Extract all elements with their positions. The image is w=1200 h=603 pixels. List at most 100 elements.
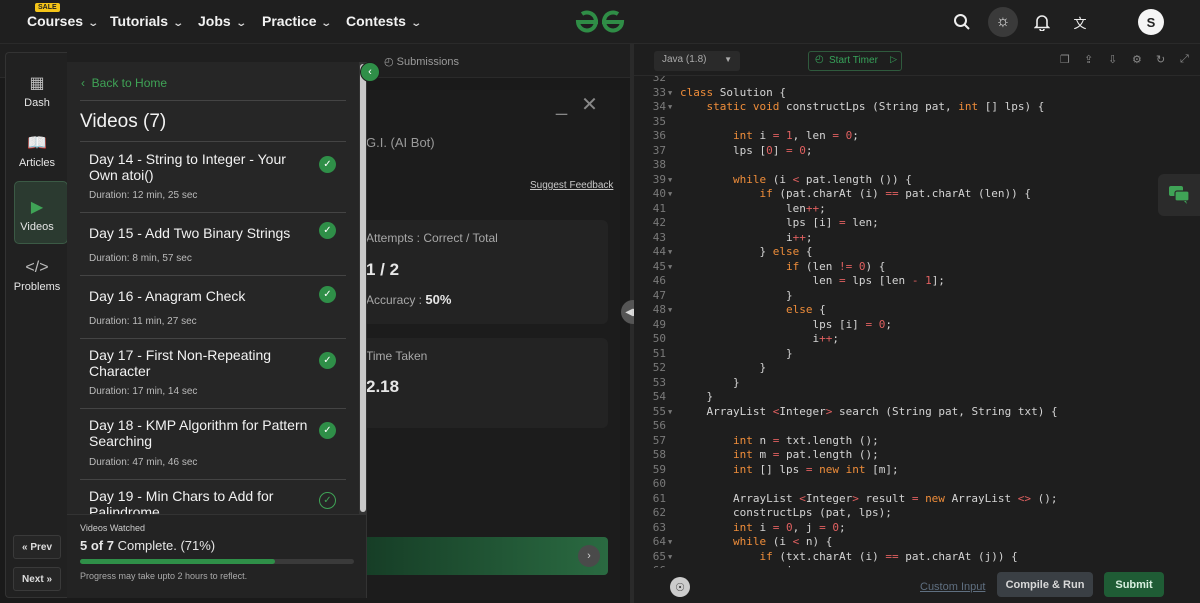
code-line[interactable]: 52 } (634, 361, 1200, 376)
avatar[interactable]: S (1138, 9, 1164, 35)
code-line[interactable]: 40 ▼ if (pat.charAt (i) == pat.charAt (le… (634, 187, 1200, 202)
time-card: Time Taken 2.18 (362, 338, 608, 428)
nav-courses[interactable]: Courses ⌄ (27, 13, 99, 29)
nav-tutorials[interactable]: Tutorials ⌄ (110, 13, 184, 29)
code-line[interactable]: 47 } (634, 289, 1200, 304)
bell-icon[interactable] (1029, 9, 1055, 35)
code-line[interactable]: 57 int n = txt.length (); (634, 434, 1200, 449)
code-line[interactable]: 38 (634, 158, 1200, 173)
custom-input-link[interactable]: Custom Input (920, 581, 985, 593)
code-line[interactable]: 42 lps [i] = len; (634, 216, 1200, 231)
reset-icon[interactable]: ↻ (1156, 53, 1165, 66)
list-item[interactable]: Day 14 - String to Integer - Your Own at… (80, 142, 346, 213)
search-icon[interactable] (949, 9, 975, 35)
fold-icon[interactable]: ▼ (668, 187, 672, 202)
progress-fill (80, 559, 275, 564)
code-line[interactable]: 37 lps [0] = 0; (634, 144, 1200, 159)
code-line[interactable]: 45 ▼ if (len != 0) { (634, 260, 1200, 275)
back-to-home-link[interactable]: ‹ Back to Home (81, 76, 167, 90)
prev-button[interactable]: « Prev (13, 535, 61, 559)
language-select[interactable]: Java (1.8) ▼ (654, 51, 740, 71)
code-line[interactable]: 39 ▼ while (i < pat.length ()) { (634, 173, 1200, 188)
code-line[interactable]: 54 } (634, 390, 1200, 405)
code-line[interactable]: 43 i++; (634, 231, 1200, 246)
fold-icon[interactable]: ▼ (668, 245, 672, 260)
translate-icon[interactable]: 文 (1067, 9, 1093, 35)
nav-practice[interactable]: Practice ⌄ (262, 13, 333, 29)
code-text: while (i < pat.length ()) { (732, 172, 912, 186)
fold-icon[interactable]: ▼ (668, 405, 672, 420)
divider (80, 100, 346, 101)
code-line[interactable]: 56 (634, 419, 1200, 434)
code-line[interactable]: 33 ▼ class Solution { (634, 86, 1200, 101)
rail-item-videos[interactable]: ▶ Videos (6, 197, 68, 233)
rail-item-articles[interactable]: 📖 Articles (6, 133, 68, 169)
code-line[interactable]: 36 int i = 1, len = 0; (634, 129, 1200, 144)
theme-toggle-icon[interactable]: ☼ (988, 7, 1018, 37)
code-line[interactable]: 60 (634, 477, 1200, 492)
line-number: 34 (652, 100, 666, 113)
code-line[interactable]: 64 ▼ while (i < n) { (634, 535, 1200, 550)
code-line[interactable]: 49 lps [i] = 0; (634, 318, 1200, 333)
code-line[interactable]: 53 } (634, 376, 1200, 391)
list-item[interactable]: Day 17 - First Non-Repeating Character D… (80, 339, 346, 409)
code-line[interactable]: 62 constructLps (pat, lps); (634, 506, 1200, 521)
code-area[interactable]: 32 33 ▼ class Solution {34 ▼ static void con… (634, 76, 1200, 568)
fold-icon[interactable]: ▼ (668, 535, 672, 550)
code-line[interactable]: 48 ▼ else { (634, 303, 1200, 318)
fold-icon[interactable]: ▼ (668, 173, 672, 188)
code-line[interactable]: 41 len++; (634, 202, 1200, 217)
line-number: 63 (652, 520, 666, 534)
chevron-right-icon[interactable]: › (578, 545, 600, 567)
fold-icon[interactable]: ▼ (668, 86, 672, 101)
settings-icon[interactable]: ⚙ (1132, 53, 1142, 66)
submit-button[interactable]: Submit (1104, 572, 1164, 597)
code-line[interactable]: 46 len = lps [len - 1]; (634, 274, 1200, 289)
fold-icon[interactable]: ▼ (668, 260, 672, 275)
code-line[interactable]: 51 } (634, 347, 1200, 362)
nav-jobs[interactable]: Jobs ⌄ (198, 13, 247, 29)
code-line[interactable]: 32 (634, 76, 1200, 86)
list-item[interactable]: Day 16 - Anagram Check Duration: 11 min,… (80, 276, 346, 339)
minimize-close-controls[interactable]: _✕ (556, 92, 612, 117)
code-line[interactable]: 63 int i = 0, j = 0; (634, 521, 1200, 536)
suggest-feedback-link[interactable]: Suggest Feedback (530, 180, 613, 191)
code-line[interactable]: 58 int m = pat.length (); (634, 448, 1200, 463)
code-line[interactable]: 44 ▼ } else { (634, 245, 1200, 260)
rail-item-problems[interactable]: </> Problems (6, 259, 68, 293)
gfg-logo-icon[interactable] (572, 8, 628, 36)
code-line[interactable]: 35 (634, 115, 1200, 130)
code-line[interactable]: 61 ArrayList <Integer> result = new Arra… (634, 492, 1200, 507)
start-timer-button[interactable]: ◴ Start Timer ▷ (808, 51, 902, 71)
chat-icon[interactable] (1158, 174, 1200, 216)
line-number: 60 (652, 477, 666, 490)
compile-run-button[interactable]: Compile & Run (997, 572, 1093, 597)
list-item[interactable]: Day 15 - Add Two Binary Strings Duration… (80, 213, 346, 276)
code-text: int m = pat.length (); (732, 448, 879, 461)
fold-icon[interactable]: ▼ (668, 100, 672, 115)
list-item[interactable]: Day 18 - KMP Algorithm for Pattern Searc… (80, 409, 346, 480)
code-line[interactable]: 50 i++; (634, 332, 1200, 347)
progress-banner[interactable]: › (362, 537, 608, 575)
collapse-drawer-icon[interactable]: ‹ (360, 62, 380, 82)
next-button[interactable]: Next » (13, 567, 61, 591)
drawer-scrollbar[interactable] (359, 62, 367, 514)
fullscreen-icon[interactable]: ⤢ (1180, 53, 1189, 66)
nav-contests[interactable]: Contests ⌄ (346, 13, 422, 29)
fold-icon[interactable]: ▼ (668, 550, 672, 565)
code-text: else { (785, 303, 826, 316)
code-line[interactable]: 34 ▼ static void constructLps (String pat… (634, 100, 1200, 115)
scrollbar-thumb[interactable] (360, 64, 366, 512)
code-line[interactable]: 59 int [] lps = new int [m]; (634, 463, 1200, 478)
fold-icon[interactable]: ▼ (668, 303, 672, 318)
download-icon[interactable]: ⇩ (1108, 53, 1117, 66)
code-line[interactable]: 65 ▼ if (txt.charAt (i) == pat.charAt (j)… (634, 550, 1200, 565)
upload-icon[interactable]: ⇪ (1084, 53, 1093, 66)
list-item[interactable]: Day 19 - Min Chars to Add for Palindrome… (80, 480, 346, 514)
tab-submissions[interactable]: ◴ Submissions (384, 55, 459, 68)
code-line[interactable]: 55 ▼ ArrayList <Integer> search (String p… (634, 405, 1200, 420)
lightbulb-icon[interactable]: ☉ (670, 577, 690, 597)
caret-down-icon: ▼ (724, 55, 732, 64)
copy-icon[interactable]: ❐ (1060, 53, 1070, 66)
rail-item-dash[interactable]: ▦ Dash (6, 73, 68, 109)
